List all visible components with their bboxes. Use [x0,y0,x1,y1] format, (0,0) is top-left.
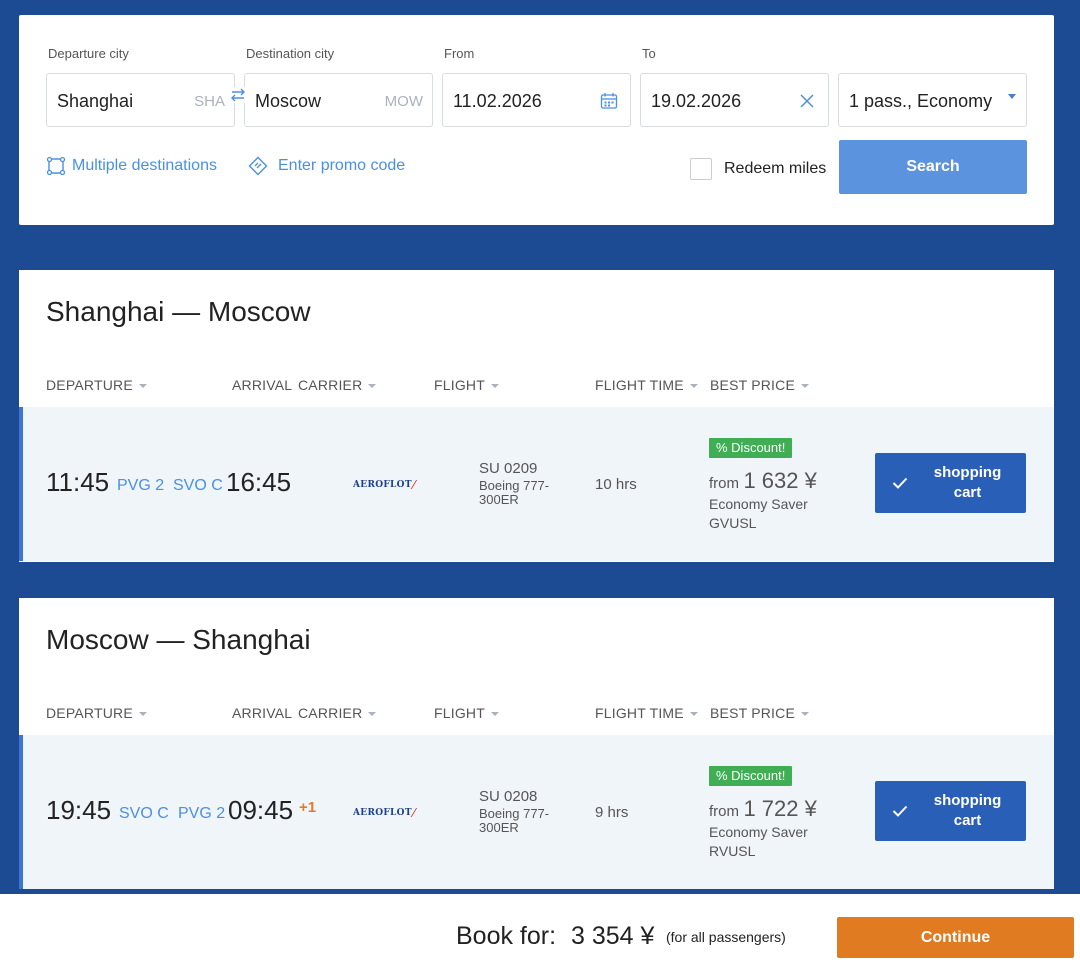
promo-code-label: Enter promo code [278,157,406,174]
destination-city-field[interactable]: Moscow MOW [244,73,433,127]
col-flight-time-header[interactable]: FLIGHT TIME [595,377,698,393]
destination-city-value: Moscow [255,91,322,111]
calendar-icon[interactable] [600,92,618,110]
clear-date-icon[interactable] [798,92,816,110]
shopping-cart-button[interactable]: shopping cart [875,453,1026,513]
booking-note: (for all passengers) [666,929,786,945]
booking-total: 3 354 ¥ [571,922,655,950]
departure-city-code: SHA [194,93,225,110]
col-best-price-header[interactable]: BEST PRICE [710,705,809,721]
route-title: Moscow — Shanghai [46,624,311,655]
to-date-value: 19.02.2026 [651,91,742,111]
price: from 1 632 ¥ [709,468,817,493]
multi-route-icon [46,156,66,176]
arrival-airport: PVG 2 [178,805,226,822]
fare-class: Economy Saver RVUSL [709,824,808,859]
booking-footer: Book for: 3 354 ¥ (for all passengers) C… [0,894,1080,972]
flight-duration: 10 hrs [595,476,637,493]
from-date-field[interactable]: 11.02.2026 [442,73,631,127]
departure-time: 19:45 [46,795,112,825]
col-flight-time-header[interactable]: FLIGHT TIME [595,705,698,721]
departure-city-value: Shanghai [57,91,134,111]
col-arrival-header[interactable]: ARRIVAL [232,377,292,393]
flight-row[interactable]: 19:45 SVO C PVG 2 09:45 +1 AEROFLOT ⁄ SU … [19,735,1054,889]
discount-badge: % Discount! [709,766,793,786]
aircraft-type: Boeing 777-300ER [479,478,550,507]
departure-airport: SVO C [119,805,169,822]
arrival-time: 16:45 [226,467,292,497]
to-date-field[interactable]: 19.02.2026 [640,73,829,127]
book-for-label: Book for: [456,922,557,950]
redeem-miles-label: Redeem miles [724,160,827,177]
discount-badge: % Discount! [709,438,793,458]
aeroflot-logo: AEROFLOT ⁄ [353,806,416,820]
shopping-cart-label: shopping cart [933,464,1002,501]
shopping-cart-button[interactable]: shopping cart [875,781,1026,841]
col-departure-header[interactable]: DEPARTURE [46,705,147,721]
next-day-indicator: +1 [299,799,317,816]
continue-button[interactable]: Continue [837,917,1074,958]
ticket-icon [248,156,268,176]
departure-city-field[interactable]: Shanghai SHA [46,73,235,127]
flight-number: SU 0209 [479,460,538,477]
col-arrival-header[interactable]: ARRIVAL [232,705,292,721]
chevron-down-icon [1008,94,1016,99]
route-title: Shanghai — Moscow [46,296,311,327]
passengers-class-select[interactable]: 1 pass., Economy [838,73,1027,127]
aircraft-type: Boeing 777-300ER [479,806,550,835]
flight-number: SU 0208 [479,788,538,805]
price-amount: 1 632 ¥ [743,468,817,493]
promo-code-link[interactable]: Enter promo code [248,156,405,176]
route-card-return: Moscow — Shanghai DEPARTURE ARRIVAL CARR… [19,598,1054,889]
passengers-class-value: 1 pass., Economy [849,91,993,111]
flight-duration: 9 hrs [595,804,629,821]
price: from 1 722 ¥ [709,796,817,821]
search-panel: Departure city Destination city From To … [19,15,1054,225]
fare-class: Economy Saver GVUSL [709,496,808,531]
destination-city-label: Destination city [246,46,335,61]
from-date-value: 11.02.2026 [453,91,542,111]
departure-airport: PVG 2 [117,477,165,494]
departure-city-label: Departure city [48,46,129,61]
check-icon [875,477,925,489]
flight-row[interactable]: 11:45 PVG 2 SVO C 16:45 AEROFLOT ⁄ SU 020… [19,407,1054,561]
search-button[interactable]: Search [839,140,1027,194]
col-best-price-header[interactable]: BEST PRICE [710,377,809,393]
col-flight-header[interactable]: FLIGHT [434,705,499,721]
shopping-cart-label: shopping cart [933,792,1002,829]
multiple-destinations-label: Multiple destinations [72,157,217,174]
redeem-miles-checkbox[interactable] [690,158,712,180]
arrival-airport: SVO C [173,477,223,494]
from-date-label: From [444,46,475,61]
departure-time: 11:45 [46,467,110,497]
check-icon [875,805,925,817]
aeroflot-logo: AEROFLOT ⁄ [353,478,416,492]
col-departure-header[interactable]: DEPARTURE [46,377,147,393]
swap-cities-icon[interactable] [229,87,247,103]
col-carrier-header[interactable]: CARRIER [297,377,377,393]
route-card-outbound: Shanghai — Moscow DEPARTURE ARRIVAL CARR… [19,270,1054,562]
col-flight-header[interactable]: FLIGHT [434,377,499,393]
price-amount: 1 722 ¥ [743,796,817,821]
arrival-time: 09:45 [228,795,294,825]
col-carrier-header[interactable]: CARRIER [297,705,377,721]
destination-city-code: MOW [384,93,423,110]
multiple-destinations-link[interactable]: Multiple destinations [46,156,217,176]
to-date-label: To [642,46,656,61]
